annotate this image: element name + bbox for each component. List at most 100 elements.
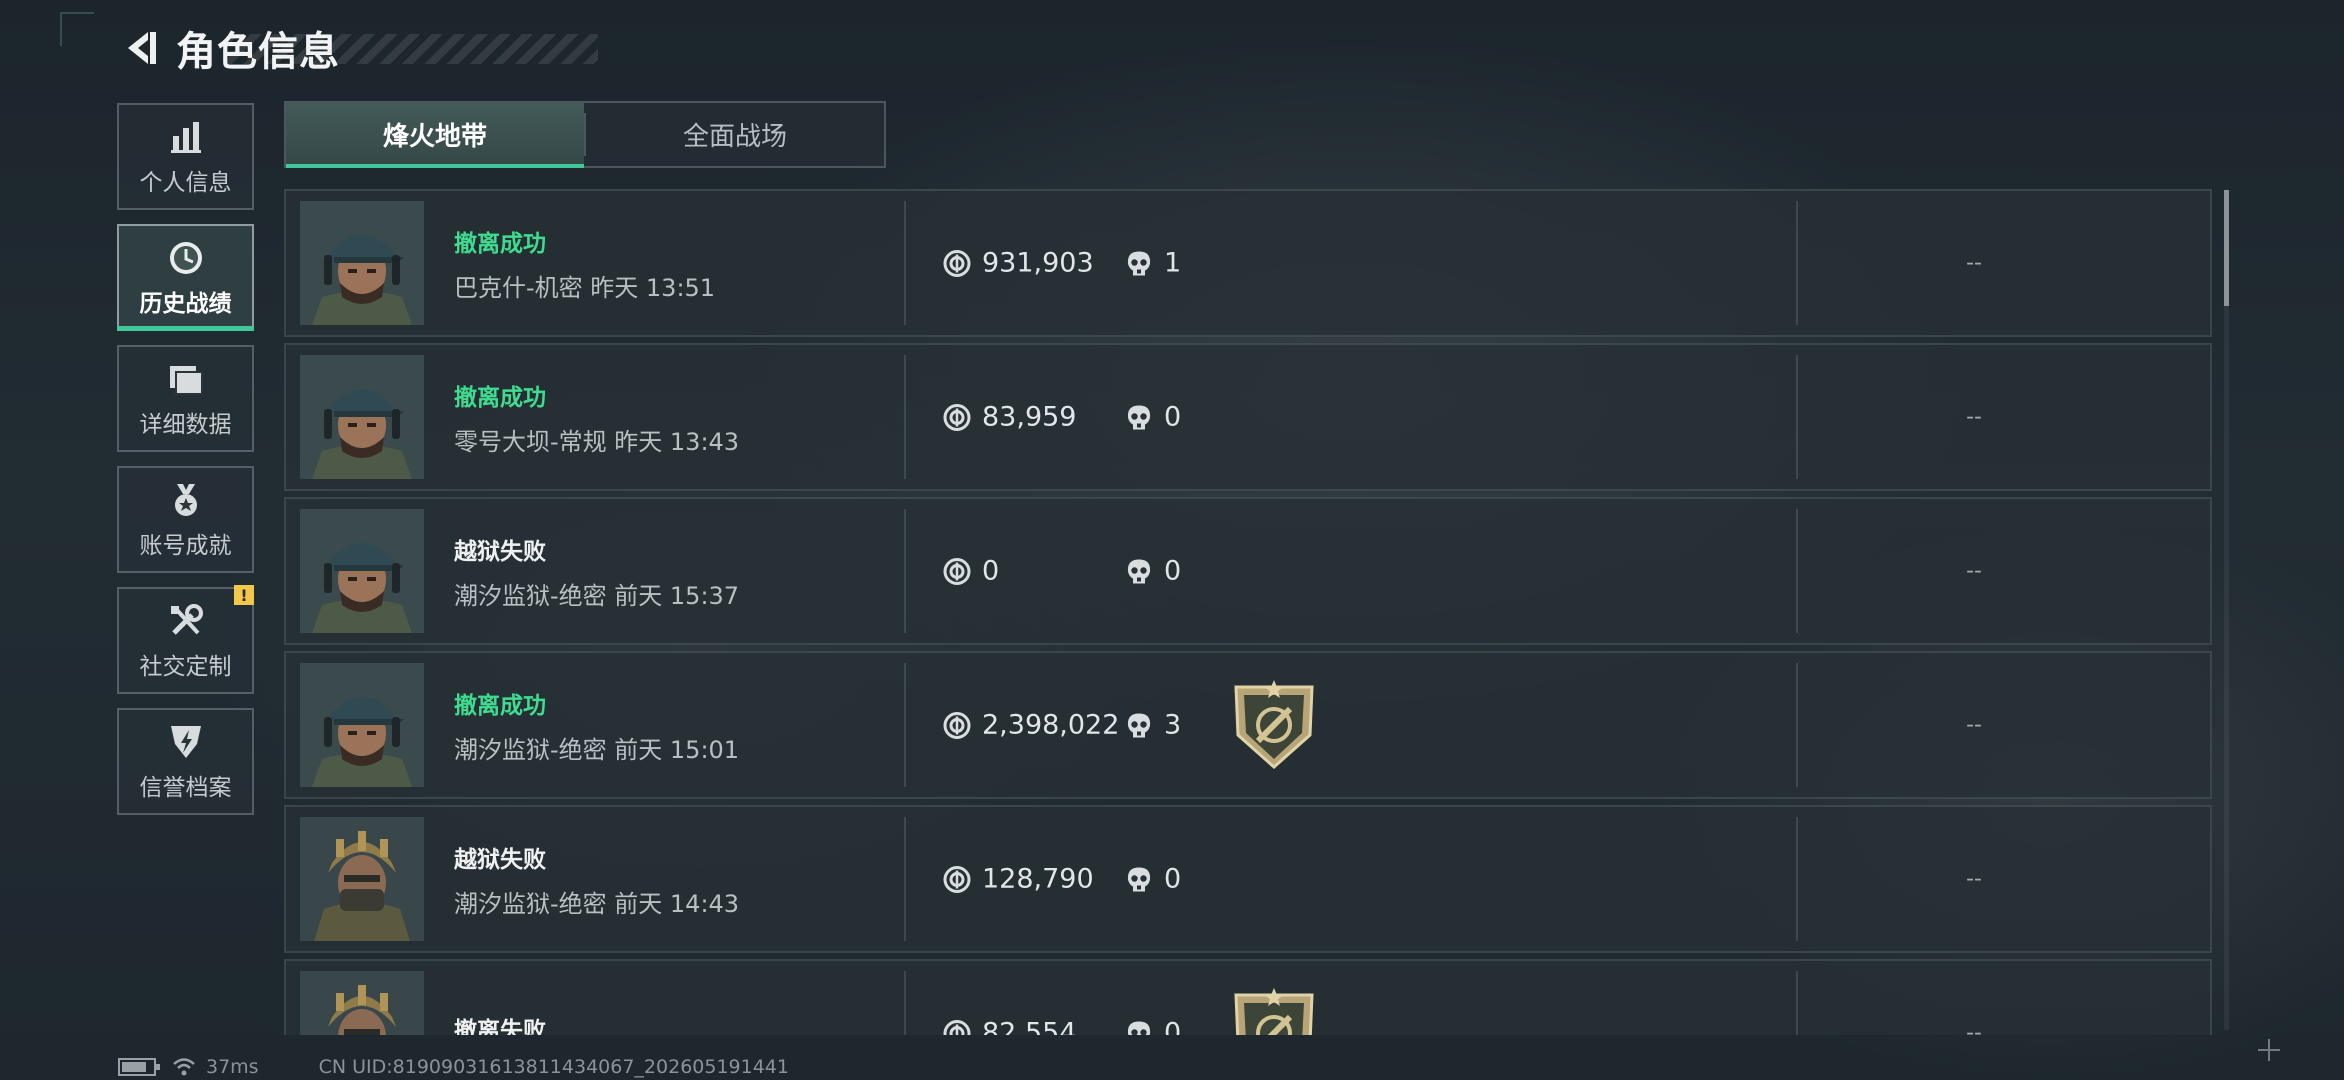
kill-count-text: 1 <box>1164 247 1182 279</box>
row-divider <box>1796 663 1798 787</box>
extra-placeholder: -- <box>1966 558 1982 584</box>
kill-count: 0 <box>1124 556 1181 587</box>
match-result: 越狱失败 <box>454 538 546 565</box>
extra-placeholder: -- <box>1966 404 1982 430</box>
operator-avatar <box>300 509 424 633</box>
row-divider <box>1796 355 1798 479</box>
clock-icon <box>166 238 206 278</box>
kill-count: 0 <box>1124 402 1181 433</box>
skull-icon <box>1124 556 1154 586</box>
match-row[interactable]: 撤离失败 82,554 0 -- <box>284 959 2212 1035</box>
row-divider <box>904 201 906 325</box>
match-row[interactable]: 越狱失败 潮汐监狱-绝密 前天 15:37 0 0 -- <box>284 497 2212 645</box>
extracted-value-text: 931,903 <box>982 247 1094 279</box>
medal-badge-icon <box>1228 987 1320 1035</box>
shield-bolt-icon <box>166 722 206 762</box>
tab-full-battlefield[interactable]: 全面战场 <box>586 103 884 166</box>
sidebar-item-social-custom[interactable]: ! 社交定制 <box>117 585 254 694</box>
match-info: 撤离成功 零号大坝-常规 昨天 13:43 <box>454 378 874 457</box>
kill-count-text: 0 <box>1164 863 1182 895</box>
match-info: 越狱失败 潮汐监狱-绝密 前天 14:43 <box>454 840 874 919</box>
wifi-icon <box>173 1058 195 1076</box>
match-info: 撤离失败 <box>454 1011 874 1035</box>
kill-count: 3 <box>1124 710 1181 741</box>
kill-count-text: 0 <box>1164 401 1182 433</box>
sidebar-item-label: 账号成就 <box>139 532 232 559</box>
battery-icon <box>118 1058 160 1076</box>
corner-decoration <box>60 12 94 46</box>
match-row[interactable]: 撤离成功 潮汐监狱-绝密 前天 15:01 2,398,022 3 -- <box>284 651 2212 799</box>
extra-placeholder: -- <box>1966 1020 1982 1036</box>
extra-placeholder: -- <box>1966 866 1982 892</box>
operator-avatar <box>300 201 424 325</box>
uid-text: CN UID:8190903161381143406​7_20260519144… <box>318 1056 789 1078</box>
medal-icon <box>166 480 206 520</box>
tab-warzone[interactable]: 烽火地带 <box>286 103 584 168</box>
match-row[interactable]: 越狱失败 潮汐监狱-绝密 前天 14:43 128,790 0 -- <box>284 805 2212 953</box>
skull-icon <box>1124 248 1154 278</box>
medal-badge-icon <box>1228 679 1320 771</box>
match-history-list[interactable]: 撤离成功 巴克什-机密 昨天 13:51 931,903 1 -- 撤离成功 零号大坝-常规… <box>284 189 2214 1035</box>
sidebar-item-personal-info[interactable]: 个人信息 <box>117 103 254 210</box>
coin-icon <box>942 710 972 740</box>
coin-icon <box>942 864 972 894</box>
kill-count: 0 <box>1124 864 1181 895</box>
match-row[interactable]: 撤离成功 零号大坝-常规 昨天 13:43 83,959 0 -- <box>284 343 2212 491</box>
operator-avatar <box>300 355 424 479</box>
scroll-thumb[interactable] <box>2224 190 2229 306</box>
skull-icon <box>1124 402 1154 432</box>
status-bar: 37ms CN UID:8190903161381143406​7_202605… <box>118 1055 789 1079</box>
row-divider <box>904 663 906 787</box>
sidebar-item-label: 社交定制 <box>139 653 232 680</box>
match-info: 撤离成功 潮汐监狱-绝密 前天 15:01 <box>454 686 874 765</box>
extracted-value: 0 <box>942 556 999 587</box>
extracted-value: 83,959 <box>942 402 1076 433</box>
operator-avatar <box>300 971 424 1035</box>
row-divider <box>904 355 906 479</box>
sidebar-item-label: 历史战绩 <box>139 290 232 317</box>
skull-icon <box>1124 864 1154 894</box>
operator-avatar <box>300 663 424 787</box>
extra-placeholder: -- <box>1966 250 1982 276</box>
folder-icon <box>166 359 206 399</box>
extracted-value: 128,790 <box>942 864 1094 895</box>
page-header: 角色信息 <box>112 20 598 76</box>
extracted-value-text: 128,790 <box>982 863 1094 895</box>
row-divider <box>1796 509 1798 633</box>
extracted-value: 82,554 <box>942 1018 1076 1035</box>
coin-icon <box>942 1018 972 1035</box>
match-result: 撤离成功 <box>454 230 546 257</box>
back-arrow-icon <box>128 32 156 64</box>
match-detail: 潮汐监狱-绝密 前天 14:43 <box>454 889 740 918</box>
kill-count: 0 <box>1124 1018 1181 1035</box>
skull-icon <box>1124 710 1154 740</box>
tools-icon <box>166 601 206 641</box>
match-detail: 潮汐监狱-绝密 前天 15:01 <box>454 735 740 764</box>
alert-badge: ! <box>234 585 254 605</box>
sidebar-item-label: 详细数据 <box>139 411 232 438</box>
ping-text: 37ms <box>206 1056 259 1078</box>
coin-icon <box>942 556 972 586</box>
row-divider <box>1796 201 1798 325</box>
match-result: 撤离成功 <box>454 384 546 411</box>
row-divider <box>1796 817 1798 941</box>
extra-placeholder: -- <box>1966 712 1982 738</box>
sidebar-item-match-history[interactable]: 历史战绩 <box>117 224 254 331</box>
sidebar-item-detailed-data[interactable]: 详细数据 <box>117 345 254 452</box>
sidebar-item-label: 个人信息 <box>139 169 232 196</box>
back-button[interactable] <box>112 20 168 76</box>
match-row[interactable]: 撤离成功巴克什-机密 昨天 13:51 931,903 1 -- <box>284 189 2212 337</box>
sidebar-item-achievements[interactable]: 账号成就 <box>117 466 254 573</box>
match-info: 越狱失败 潮汐监狱-绝密 前天 15:37 <box>454 532 874 611</box>
extracted-value: 931,903 <box>942 248 1094 279</box>
extracted-value-text: 0 <box>982 555 1000 587</box>
match-result: 撤离失败 <box>454 1018 546 1035</box>
extracted-value-text: 83,959 <box>982 401 1077 433</box>
match-detail: 巴克什-机密 昨天 13:51 <box>454 273 716 302</box>
scrollbar[interactable] <box>2224 190 2229 1030</box>
plus-icon <box>2258 1039 2280 1061</box>
skull-icon <box>1124 1018 1154 1035</box>
sidebar-item-reputation[interactable]: 信誉档案 <box>117 708 254 815</box>
sidebar-item-label: 信誉档案 <box>139 774 232 801</box>
kill-count-text: 3 <box>1164 709 1182 741</box>
